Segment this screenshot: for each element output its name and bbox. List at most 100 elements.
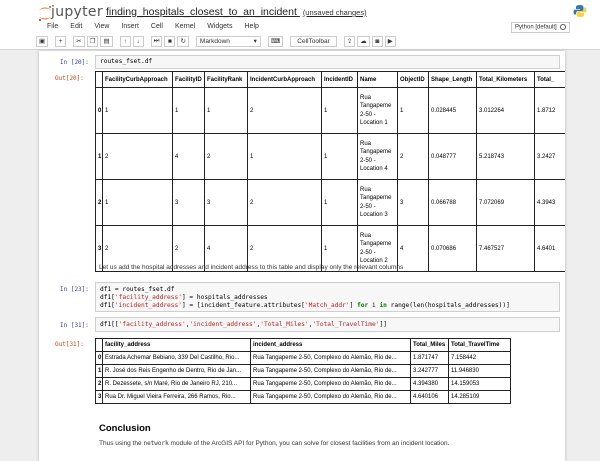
save-icon: ▣ bbox=[39, 38, 46, 45]
notebook-name[interactable]: finding_hospitals_closest_to_an_incident bbox=[106, 6, 297, 18]
code-line-3: df1['incident_address'] = [incident_feat… bbox=[100, 302, 510, 309]
arrow-up-icon: ↑ bbox=[123, 37, 127, 45]
move-up-button[interactable]: ↑ bbox=[119, 35, 131, 47]
column-header: Total_ bbox=[534, 71, 565, 88]
column-header: incident_address bbox=[250, 338, 411, 352]
code-text: routes_fset.df bbox=[100, 58, 153, 65]
cell-type-value: Markdown bbox=[199, 37, 230, 45]
table-row: 1 2 4 2 1 1 Rua Tangapeme 2-50 - Locatio… bbox=[95, 133, 565, 180]
notebook-page: In [20]: routes_fset.df Out[20]: Facilit… bbox=[39, 51, 565, 461]
table-cell: 0.070686 bbox=[428, 225, 477, 272]
table-cell: 4.6401 bbox=[534, 225, 565, 272]
code-cell-31[interactable]: df1[['facility_address','incident_addres… bbox=[95, 317, 560, 332]
stop-icon: ■ bbox=[167, 37, 172, 45]
menu-kernel[interactable]: Kernel bbox=[169, 23, 201, 35]
table-cell: Estrada Achemar Bebiano, 339 Del Castilh… bbox=[102, 351, 251, 365]
row-index: 2 bbox=[95, 377, 103, 391]
notebook-title[interactable]: finding_hospitals_closest_to_an_incident… bbox=[106, 6, 367, 18]
toolbar: ▣ + ✂ ❐ ▤ ↑ ↓ ⏭ ■ ↻ Markdown ▾ ⌨ CellToo… bbox=[36, 35, 396, 47]
column-header: Total_Kilometers bbox=[476, 71, 535, 88]
menu-file[interactable]: File bbox=[41, 23, 64, 35]
table-cell: 1 bbox=[247, 133, 322, 180]
save-button[interactable]: ▣ bbox=[36, 35, 49, 47]
restart-button[interactable]: ↻ bbox=[177, 35, 189, 47]
row-index: 2 bbox=[95, 179, 103, 226]
menu-widgets[interactable]: Widgets bbox=[201, 23, 238, 35]
table-cell: 1 bbox=[321, 87, 358, 134]
code-cell-23[interactable]: df1 = routes_fset.df df1['facility_addre… bbox=[95, 282, 560, 312]
cloud-button[interactable]: ☁ bbox=[357, 35, 370, 47]
jupyter-logo[interactable]: jupyter bbox=[38, 4, 103, 24]
table-cell: 4.640106 bbox=[410, 390, 449, 404]
table-cell: 2 bbox=[102, 133, 173, 180]
plus-icon: + bbox=[58, 37, 63, 45]
table-cell: 0.066788 bbox=[428, 179, 477, 226]
column-header: IncidentID bbox=[321, 71, 358, 88]
cut-button[interactable]: ✂ bbox=[73, 35, 85, 47]
paste-icon: ▤ bbox=[103, 38, 110, 45]
camera-button[interactable]: ◙ bbox=[371, 35, 383, 47]
video-button[interactable]: ▶ bbox=[384, 35, 396, 47]
table-header-row: FacilityCurbApproach FacilityID Facility… bbox=[95, 71, 565, 88]
code-line-1: df1 = routes_fset.df bbox=[100, 286, 175, 293]
conclusion-text: Thus using the network module of the Arc… bbox=[99, 440, 450, 447]
table-cell: Rua Tangapeme 2-50, Complexo do Alemão, … bbox=[250, 351, 411, 365]
kernel-status-icon bbox=[560, 24, 567, 30]
table-cell: 2 bbox=[397, 133, 429, 180]
menu-view[interactable]: View bbox=[88, 23, 115, 35]
table-cell: 3.2427 bbox=[534, 133, 565, 180]
menu-cell[interactable]: Cell bbox=[145, 23, 169, 35]
menu-edit[interactable]: Edit bbox=[64, 23, 88, 35]
table-cell: 4 bbox=[172, 133, 205, 180]
table-row: 0 1 1 1 2 1 Rua Tangapeme 2-50 - Locatio… bbox=[95, 87, 565, 134]
table-cell: 1 bbox=[321, 133, 358, 180]
copy-button[interactable]: ❐ bbox=[86, 35, 99, 47]
table-cell: 0.048777 bbox=[428, 133, 477, 180]
table-cell: Rua Tangapeme 2-50, Complexo do Alemão, … bbox=[250, 364, 411, 378]
interrupt-button[interactable]: ■ bbox=[164, 35, 176, 47]
column-header: Name bbox=[357, 71, 398, 88]
column-header: facility_address bbox=[102, 338, 251, 352]
column-header: Total_TravelTime bbox=[448, 338, 511, 352]
row-index: 1 bbox=[95, 364, 103, 378]
table-row: 1 R. José dos Reis Engenho de Dentro, Ri… bbox=[95, 364, 511, 378]
column-header: Shape_Length bbox=[428, 71, 477, 88]
step-icon: ⏭ bbox=[153, 37, 160, 44]
paste-button[interactable]: ▤ bbox=[100, 35, 113, 47]
upload-button[interactable]: ⇪ bbox=[343, 35, 356, 47]
menu-help[interactable]: Help bbox=[239, 23, 265, 35]
keyboard-icon: ⌨ bbox=[270, 38, 281, 45]
celltoolbar-button[interactable]: CellToolbar bbox=[290, 35, 337, 47]
table-cell: 1 bbox=[204, 87, 248, 134]
table-cell: 1 bbox=[172, 87, 205, 134]
insert-cell-button[interactable]: + bbox=[55, 35, 67, 47]
output-area-20[interactable]: FacilityCurbApproach FacilityID Facility… bbox=[95, 69, 565, 281]
table-cell: Rua Dr. Miguel Vieira Ferreira, 266 Ramo… bbox=[102, 390, 251, 404]
table-cell: 0.028445 bbox=[428, 87, 477, 134]
menu-insert[interactable]: Insert bbox=[115, 23, 145, 35]
move-down-button[interactable]: ↓ bbox=[132, 35, 144, 47]
cell-type-select[interactable]: Markdown ▾ bbox=[195, 35, 261, 47]
table-cell: 7.467527 bbox=[476, 225, 535, 272]
notebook-header: jupyter finding_hospitals_closest_to_an_… bbox=[0, 0, 600, 50]
table-cell: 3 bbox=[397, 179, 429, 226]
python-logo-icon bbox=[573, 5, 587, 17]
code-cell-20[interactable]: routes_fset.df bbox=[95, 55, 560, 69]
output-prompt-31: Out[31]: bbox=[55, 341, 84, 348]
table-cell: 4.3943 bbox=[534, 179, 565, 226]
table-row: 2 R. Dezessete, s/n Maré, Rio de Janeiro… bbox=[95, 377, 511, 391]
restart-icon: ↻ bbox=[180, 38, 186, 45]
run-button[interactable]: ⏭ bbox=[150, 35, 163, 47]
table-cell: Rua Tangapeme 2-50, Complexo do Alemão, … bbox=[250, 390, 411, 404]
table-row: 0 Estrada Achemar Bebiano, 339 Del Casti… bbox=[95, 351, 511, 365]
output-prompt-20: Out[20]: bbox=[55, 75, 84, 82]
kernel-name: Python [default] bbox=[515, 24, 557, 31]
table-cell: R. José dos Reis Engenho de Dentro, Rio … bbox=[102, 364, 251, 378]
save-status: (unsaved changes) bbox=[302, 8, 367, 17]
input-prompt-23: In [23]: bbox=[60, 286, 89, 293]
command-palette-button[interactable]: ⌨ bbox=[267, 35, 284, 47]
table-cell: 2 bbox=[247, 179, 322, 226]
table-cell: 3 bbox=[204, 179, 248, 226]
table-cell: Rua Tangapeme 2-50 - Location 1 bbox=[357, 87, 398, 134]
video-icon: ▶ bbox=[387, 38, 393, 45]
